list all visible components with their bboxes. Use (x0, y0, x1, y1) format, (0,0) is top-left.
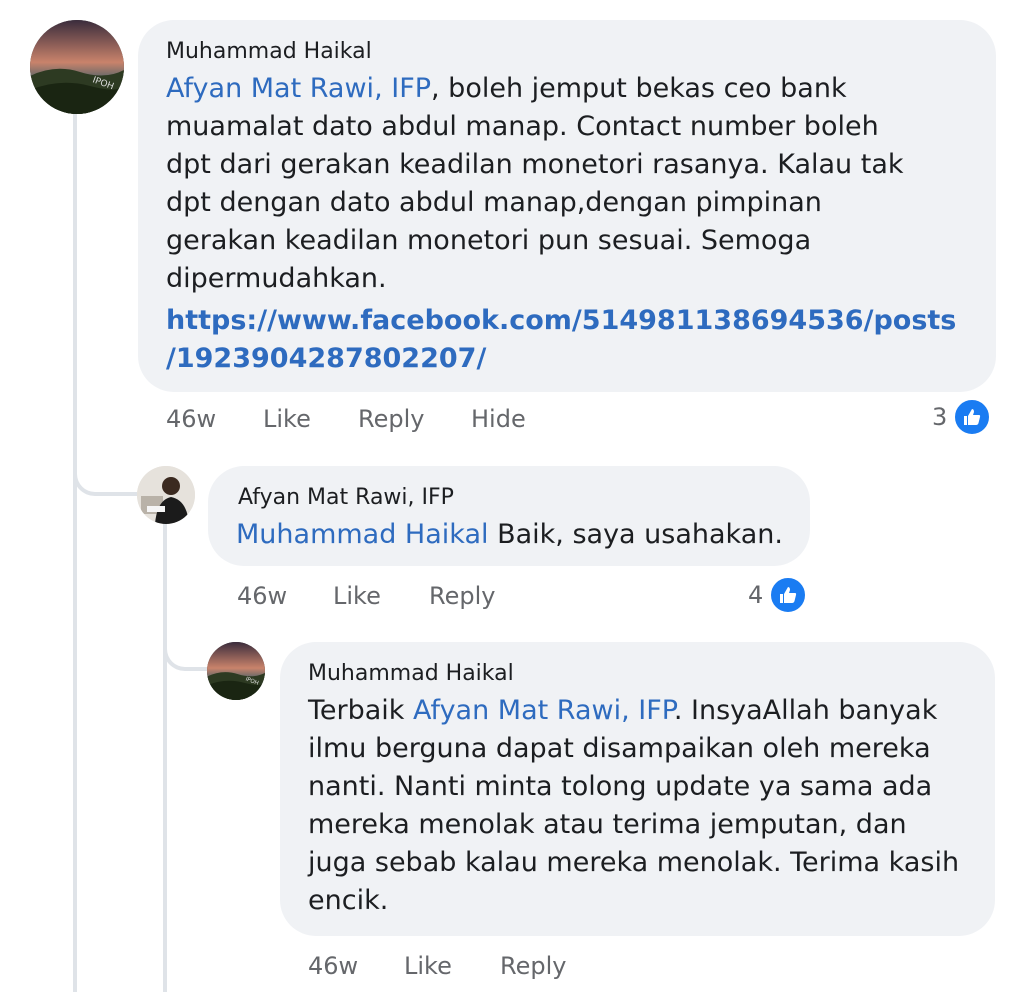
comment-actions-3: 46w Like Reply (308, 952, 608, 986)
avatar-muhammad-haikal-2[interactable]: IPOH (207, 642, 265, 700)
comment-bubble-2: Afyan Mat Rawi, IFP Muhammad Haikal Baik… (208, 466, 810, 566)
comment-author[interactable]: Afyan Mat Rawi, IFP (238, 484, 454, 512)
comment-actions-1: 46w Like Reply Hide (166, 405, 566, 439)
comment-author[interactable]: Muhammad Haikal (308, 660, 514, 688)
avatar-image: IPOH (207, 642, 265, 700)
comment-bubble-1: Muhammad Haikal Afyan Mat Rawi, IFP, bol… (138, 20, 996, 392)
thread-line-main (73, 114, 77, 992)
reaction-summary-1[interactable]: 3 (932, 398, 992, 436)
avatar-muhammad-haikal[interactable]: IPOH (30, 20, 124, 114)
mention-link[interactable]: Afyan Mat Rawi, IFP (166, 73, 431, 104)
timestamp[interactable]: 46w (237, 582, 287, 610)
comment-text-prefix: Terbaik (308, 695, 414, 726)
reply-button[interactable]: Reply (500, 952, 566, 980)
thumbs-up-icon (769, 576, 808, 614)
thread-connector-reply-2 (163, 615, 207, 671)
post-url-line-2: /1923904287802207/ (166, 343, 487, 374)
avatar-image (137, 466, 195, 524)
comment-text-body: , boleh jemput bekas ceo bank muamalat d… (166, 73, 904, 294)
mention-link[interactable]: Afyan Mat Rawi, IFP (413, 695, 674, 726)
comment-bubble-3: Muhammad Haikal Terbaik Afyan Mat Rawi, … (280, 642, 995, 936)
reaction-count: 4 (748, 581, 764, 609)
reaction-summary-2[interactable]: 4 (748, 576, 808, 614)
mention-link[interactable]: Muhammad Haikal (236, 519, 489, 550)
reaction-count: 3 (932, 403, 948, 431)
like-button[interactable]: Like (333, 582, 381, 610)
like-button[interactable]: Like (404, 952, 452, 980)
timestamp[interactable]: 46w (166, 405, 216, 433)
avatar-image: IPOH (30, 20, 124, 114)
post-url-link[interactable]: https://www.facebook.com/514981138694536… (166, 302, 956, 378)
comment-text: Muhammad Haikal Baik, saya usahakan. (236, 516, 783, 554)
comment-text: Afyan Mat Rawi, IFP, boleh jemput bekas … (166, 70, 926, 298)
avatar-afyan-mat-rawi[interactable] (137, 466, 195, 524)
thread-line-sub (163, 524, 167, 992)
thread-connector-reply-1 (73, 440, 137, 496)
comment-text-body: . InsyaAllah banyak ilmu berguna dapat d… (308, 695, 960, 916)
reply-button[interactable]: Reply (429, 582, 495, 610)
post-url-line-1: https://www.facebook.com/514981138694536… (166, 305, 957, 336)
hide-button[interactable]: Hide (471, 405, 526, 433)
comment-text: Terbaik Afyan Mat Rawi, IFP. InsyaAllah … (308, 692, 973, 920)
reply-button[interactable]: Reply (358, 405, 424, 433)
comment-text-body: Baik, saya usahakan. (488, 519, 783, 550)
comment-actions-2: 46w Like Reply (237, 582, 537, 616)
comment-author[interactable]: Muhammad Haikal (166, 38, 372, 66)
timestamp[interactable]: 46w (308, 952, 358, 980)
like-button[interactable]: Like (263, 405, 311, 433)
thumbs-up-icon (953, 398, 992, 436)
